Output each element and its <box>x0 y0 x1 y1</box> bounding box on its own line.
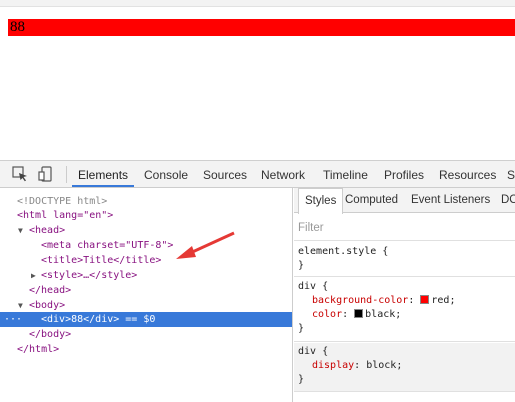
dom-meta[interactable]: <meta charset="UTF-8"> <box>0 238 292 253</box>
tab-styles[interactable]: Styles <box>298 188 344 214</box>
tab-resources[interactable]: Resources <box>439 161 496 187</box>
styles-pane: Styles Computed Event Listeners DC Filte… <box>294 188 515 402</box>
tab-elements[interactable]: Elements <box>72 161 135 187</box>
style-rule-element[interactable]: element.style { } <box>294 243 515 277</box>
inspect-element-icon[interactable] <box>12 166 29 182</box>
styles-tabs: Styles Computed Event Listeners DC <box>294 188 515 214</box>
browser-top-strip <box>0 0 515 7</box>
collapsed-triangle-icon[interactable]: ▶ <box>31 268 36 283</box>
tab-event-listeners[interactable]: Event Listeners <box>411 188 490 213</box>
dom-html-close[interactable]: </html> <box>0 342 292 357</box>
tab-timeline[interactable]: Timeline <box>323 161 368 187</box>
dom-body-open[interactable]: ▼ <body> <box>0 298 292 313</box>
style-rule-user-agent[interactable]: div { display: block; } <box>294 343 515 392</box>
dom-body-close[interactable]: </body> <box>0 327 292 342</box>
style-prop-color[interactable]: color: black; <box>298 308 511 322</box>
filter-divider <box>294 240 515 241</box>
dom-title[interactable]: <title>Title</title> <box>0 253 292 268</box>
dom-doctype[interactable]: <!DOCTYPE html> <box>0 194 292 209</box>
dom-div-selected[interactable]: ··· <div>88</div> == $0 <box>0 312 292 327</box>
color-swatch-icon[interactable] <box>420 295 430 304</box>
tab-sources[interactable]: Sources <box>203 161 247 187</box>
more-options-icon[interactable]: ··· <box>4 312 22 327</box>
dom-html-open[interactable]: <html lang="en"> <box>0 208 292 223</box>
device-mode-icon[interactable] <box>38 166 55 182</box>
expanded-triangle-icon[interactable]: ▼ <box>18 298 23 313</box>
tab-network[interactable]: Network <box>261 161 305 187</box>
page-viewport: 88 <box>0 7 515 160</box>
tab-dom-breakpoints[interactable]: DC <box>501 188 515 213</box>
style-prop-background-color[interactable]: background-color: red; <box>298 294 511 308</box>
tab-overflow[interactable]: S <box>507 161 515 187</box>
color-swatch-icon[interactable] <box>354 309 364 318</box>
devtools-panel: Elements Console Sources Network Timelin… <box>0 160 515 402</box>
dom-style[interactable]: ▶ <style>…</style> <box>0 268 292 283</box>
tab-computed[interactable]: Computed <box>345 188 398 213</box>
dom-head-close[interactable]: </head> <box>0 283 292 298</box>
dom-tree: <!DOCTYPE html> <html lang="en"> ▼ <head… <box>0 188 293 402</box>
style-rule-div[interactable]: div { background-color: red; color: blac… <box>294 278 515 342</box>
filter-input[interactable]: Filter <box>298 222 324 234</box>
red-div[interactable]: 88 <box>8 19 515 36</box>
expanded-triangle-icon[interactable]: ▼ <box>18 223 23 238</box>
devtools-toolbar: Elements Console Sources Network Timelin… <box>0 161 515 188</box>
tab-console[interactable]: Console <box>144 161 188 187</box>
style-prop-display[interactable]: display: block; <box>298 359 511 373</box>
tab-profiles[interactable]: Profiles <box>384 161 424 187</box>
dom-head-open[interactable]: ▼ <head> <box>0 223 292 238</box>
annotation-arrow-icon <box>176 231 235 259</box>
toolbar-separator <box>66 166 67 183</box>
